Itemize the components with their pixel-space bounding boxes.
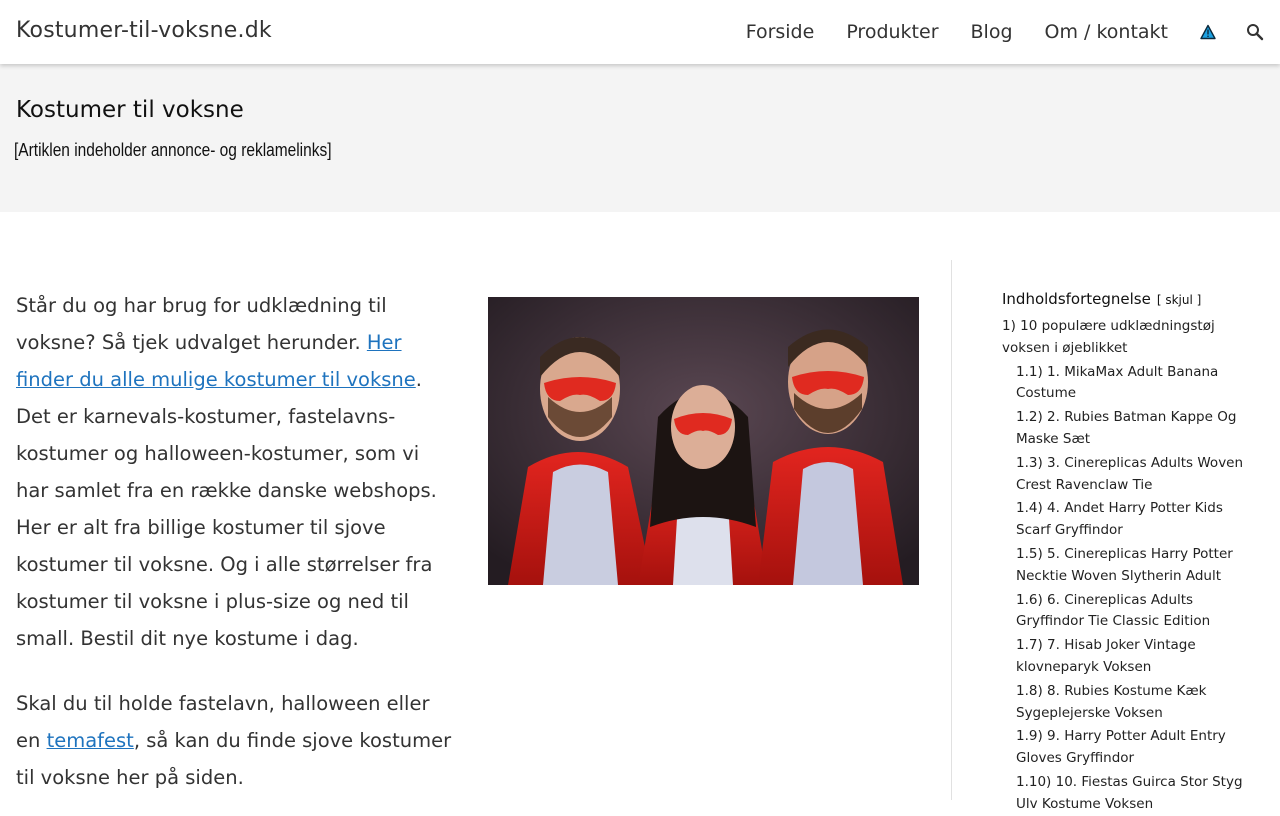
nav-item-blog[interactable]: Blog	[971, 21, 1013, 43]
search-icon[interactable]	[1246, 23, 1264, 41]
toc-sub-item[interactable]: 1.2) 2. Rubies Batman Kappe Og Maske Sæt	[1016, 407, 1247, 451]
toc-sub-item[interactable]: 1.8) 8. Rubies Kostume Kæk Sygeplejerske…	[1016, 681, 1247, 725]
toc-item-main[interactable]: 1) 10 populære udklædningstøj voksen i ø…	[1002, 316, 1247, 360]
toc-list: 1) 10 populære udklædningstøj voksen i ø…	[1002, 316, 1247, 816]
article-content: Står du og har brug for udklædning til v…	[16, 287, 456, 796]
ad-disclaimer: [Artiklen indeholder annonce- og reklame…	[14, 140, 332, 160]
table-of-contents: Indholdsfortegnelse [ skjul ] 1) 10 popul…	[1002, 290, 1247, 816]
toc-sub-item[interactable]: 1.10) 10. Fiestas Guirca Stor Styg Ulv K…	[1016, 772, 1247, 816]
toc-sub-item[interactable]: 1.7) 7. Hisab Joker Vintage klovneparyk …	[1016, 635, 1247, 679]
nav-item-forside[interactable]: Forside	[746, 21, 815, 43]
toc-sub-item[interactable]: 1.9) 9. Harry Potter Adult Entry Gloves …	[1016, 726, 1247, 770]
site-logo[interactable]: Kostumer-til-voksne.dk	[16, 18, 272, 43]
toc-sub-item[interactable]: 1.6) 6. Cinereplicas Adults Gryffindor T…	[1016, 590, 1247, 634]
sidebar-divider	[951, 260, 952, 800]
page-title: Kostumer til voksne	[16, 97, 244, 123]
site-header: Kostumer-til-voksne.dk Forside Produkter…	[0, 0, 1280, 64]
main-nav: Forside Produkter Blog Om / kontakt	[746, 0, 1264, 64]
intro-text-start: Står du og har brug for udklædning til v…	[16, 294, 387, 354]
toc-subsection: 1.1) 1. MikaMax Adult Banana Costume 1.2…	[1002, 362, 1247, 816]
toc-heading: Indholdsfortegnelse	[1002, 290, 1151, 308]
toc-sub-item[interactable]: 1.4) 4. Andet Harry Potter Kids Scarf Gr…	[1016, 498, 1247, 542]
temafest-link[interactable]: temafest	[47, 729, 134, 752]
intro-paragraph: Står du og har brug for udklædning til v…	[16, 287, 456, 657]
second-paragraph: Skal du til holde fastelavn, halloween e…	[16, 685, 456, 796]
toc-sub-item[interactable]: 1.3) 3. Cinereplicas Adults Woven Crest …	[1016, 453, 1247, 497]
warning-icon[interactable]	[1200, 24, 1216, 40]
intro-text-end: . Det er karnevals-kostumer, fastelavns-…	[16, 368, 437, 650]
toc-sub-item[interactable]: 1.5) 5. Cinereplicas Harry Potter Neckti…	[1016, 544, 1247, 588]
hero-image	[488, 297, 919, 585]
nav-item-om-kontakt[interactable]: Om / kontakt	[1045, 21, 1168, 43]
page-title-band: Kostumer til voksne [Artiklen indeholder…	[0, 64, 1280, 212]
toc-hide-toggle[interactable]: [ skjul ]	[1157, 293, 1201, 307]
nav-item-produkter[interactable]: Produkter	[846, 21, 938, 43]
toc-sub-item[interactable]: 1.1) 1. MikaMax Adult Banana Costume	[1016, 362, 1247, 406]
